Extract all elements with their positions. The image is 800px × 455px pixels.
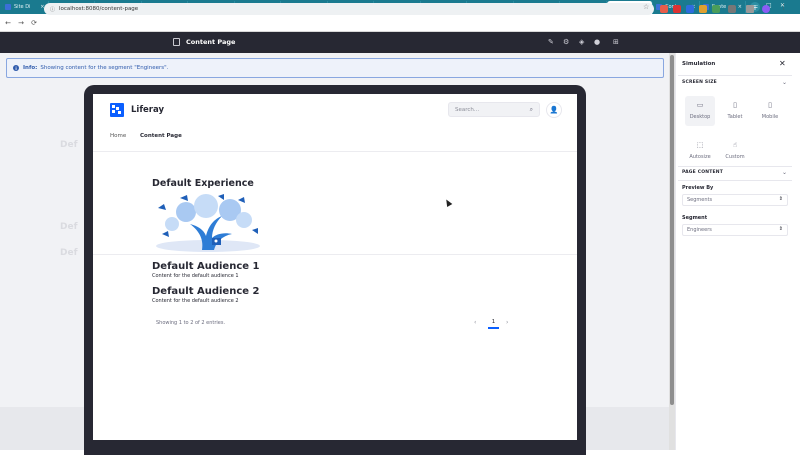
- page-title: Content Page: [186, 38, 236, 46]
- alert-label: Info:: [23, 65, 38, 71]
- url-text: localhost:8080/content-page: [59, 6, 139, 12]
- preview-by-label: Preview By: [682, 185, 714, 191]
- divider: [93, 151, 577, 152]
- forward-icon[interactable]: →: [16, 19, 26, 27]
- pagination-prev-icon[interactable]: ‹: [474, 319, 476, 326]
- device-desktop-button[interactable]: ▭ Desktop: [685, 96, 715, 126]
- scrollbar-thumb[interactable]: [670, 55, 674, 405]
- gear-icon[interactable]: ⚙: [563, 38, 569, 46]
- info-icon[interactable]: ●: [594, 38, 600, 46]
- edit-pencil-icon[interactable]: ✎: [548, 38, 554, 46]
- preview-by-select[interactable]: Segments ⇕: [682, 194, 788, 206]
- extension-icon[interactable]: [660, 5, 668, 13]
- profile-avatar-icon[interactable]: [762, 5, 770, 13]
- extensions-puzzle-icon[interactable]: [728, 5, 736, 13]
- reload-icon[interactable]: ⟳: [29, 19, 39, 27]
- search-icon[interactable]: ⌕: [530, 106, 533, 114]
- sidebar-icon[interactable]: [746, 5, 754, 13]
- info-circle-icon: i: [13, 65, 19, 71]
- segment-label: Segment: [682, 215, 708, 221]
- background-ghost-heading: Def: [60, 248, 78, 258]
- chevron-down-icon[interactable]: ⌄: [782, 169, 787, 176]
- audience-title: Default Audience 1: [152, 261, 260, 272]
- bookmark-star-icon[interactable]: ☆: [643, 3, 651, 11]
- segment-select[interactable]: Engineers ⇕: [682, 224, 788, 236]
- divider: [678, 75, 792, 76]
- simulation-panel-title: Simulation: [682, 61, 716, 67]
- page-icon: [173, 38, 180, 46]
- device-tablet-button[interactable]: ▯ Tablet: [720, 96, 750, 126]
- simulation-icon[interactable]: ◈: [579, 38, 584, 46]
- site-info-icon[interactable]: ⓘ: [50, 6, 55, 13]
- liferay-logo-icon[interactable]: [110, 103, 124, 117]
- background-ghost-heading: Def: [60, 140, 78, 150]
- select-caret-icon: ⇕: [778, 226, 783, 232]
- device-label: Tablet: [727, 114, 743, 120]
- mobile-icon: ▯: [768, 101, 772, 109]
- alert-message: Showing content for the segment "Enginee…: [40, 65, 169, 71]
- divider: [93, 254, 577, 255]
- address-bar: ← → ⟳: [0, 14, 800, 32]
- back-icon[interactable]: ←: [3, 19, 13, 27]
- search-placeholder: Search...: [455, 106, 480, 113]
- tab-label: Site Di: [14, 4, 31, 10]
- device-mobile-button[interactable]: ▯ Mobile: [755, 96, 785, 126]
- tablet-icon: ▯: [733, 101, 737, 109]
- tab-favicon-icon: [5, 4, 11, 10]
- custom-icon: ☝: [732, 141, 738, 149]
- preview-by-value: Segments: [687, 197, 713, 203]
- extension-icon[interactable]: [673, 5, 681, 13]
- segment-value: Engineers: [687, 227, 712, 233]
- extension-icon[interactable]: [699, 5, 707, 13]
- control-menu: Content Page ✎ ⚙ ◈ ● ⊞: [0, 32, 800, 53]
- pagination-next-icon[interactable]: ›: [506, 319, 508, 326]
- device-label: Mobile: [761, 114, 779, 120]
- desktop-icon: ▭: [696, 101, 704, 109]
- device-label: Custom: [725, 154, 745, 160]
- user-avatar-icon[interactable]: 👤: [546, 102, 562, 118]
- chevron-down-icon[interactable]: ⌄: [782, 79, 787, 86]
- apps-grid-icon[interactable]: ⊞: [613, 38, 619, 46]
- device-label: Autosize: [689, 154, 711, 160]
- device-label: Desktop: [689, 114, 711, 120]
- browser-tab[interactable]: Site Di ×: [2, 1, 49, 13]
- audience-description: Content for the default audience 2: [152, 298, 239, 304]
- nav-item-content-page[interactable]: Content Page: [140, 133, 182, 139]
- tree-illustration: [156, 194, 260, 252]
- audience-description: Content for the default audience 1: [152, 273, 239, 279]
- divider: [678, 180, 792, 181]
- page-content-section[interactable]: PAGE CONTENT: [682, 170, 723, 175]
- tab-close-icon[interactable]: ×: [738, 4, 742, 10]
- select-caret-icon: ⇕: [778, 196, 783, 202]
- site-search-input[interactable]: Search... ⌕: [448, 102, 540, 117]
- pagination-page-link[interactable]: 1: [488, 319, 499, 329]
- background-ghost-heading: Def: [60, 222, 78, 232]
- experience-heading: Default Experience: [152, 178, 254, 189]
- info-alert: i Info: Showing content for the segment …: [6, 58, 664, 78]
- device-autosize-button[interactable]: ⬚ Autosize: [685, 136, 715, 166]
- site-name[interactable]: Liferay: [131, 105, 164, 115]
- menu-kebab-icon[interactable]: ⋮: [780, 3, 788, 11]
- extension-icon[interactable]: [686, 5, 694, 13]
- divider: [678, 166, 792, 167]
- close-icon[interactable]: ✕: [779, 59, 786, 68]
- screen-size-section[interactable]: SCREEN SIZE: [682, 80, 717, 85]
- extension-icon[interactable]: [712, 5, 720, 13]
- pagination-results: Showing 1 to 2 of 2 entries.: [156, 320, 226, 326]
- nav-item-home[interactable]: Home: [110, 133, 126, 139]
- audience-title: Default Audience 2: [152, 286, 260, 297]
- url-input[interactable]: ⓘ localhost:8080/content-page: [44, 3, 654, 15]
- device-custom-button[interactable]: ☝ Custom: [720, 136, 750, 166]
- autosize-icon: ⬚: [696, 141, 704, 149]
